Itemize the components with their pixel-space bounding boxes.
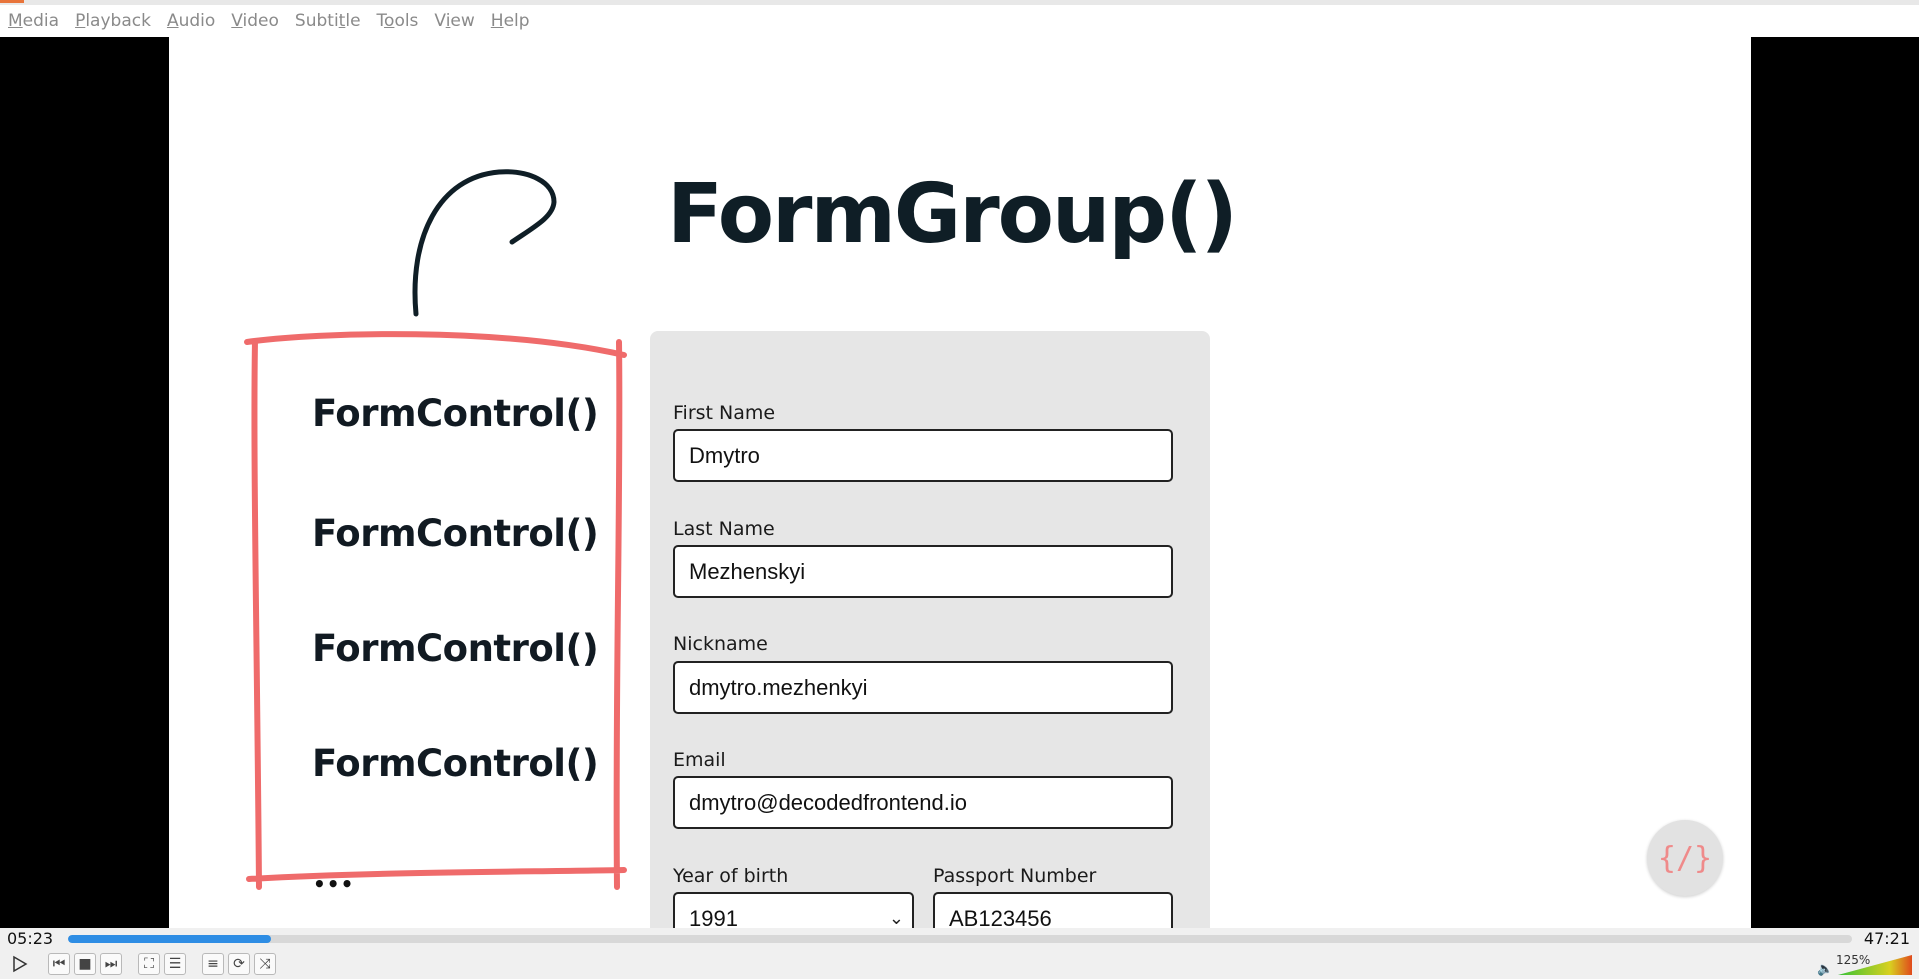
speaker-icon[interactable]: 🔈 <box>1817 961 1833 977</box>
total-time[interactable]: 47:21 <box>1864 929 1910 948</box>
loop-icon: ⟳ <box>233 956 245 972</box>
menu-help[interactable]: Help <box>491 11 530 31</box>
skip-back-icon: ⏮ <box>52 956 66 972</box>
elapsed-time: 05:23 <box>7 929 54 948</box>
chevron-down-icon: ⌄ <box>888 908 904 928</box>
loop-button[interactable]: ⟳ <box>228 953 250 975</box>
menu-playback[interactable]: Playback <box>75 11 151 31</box>
menu-tools[interactable]: Tools <box>377 11 419 31</box>
nickname-field: dmytro.mezhenkyi <box>673 661 1173 714</box>
form-control-label-2: FormControl() <box>312 512 599 555</box>
slide-title: FormGroup() <box>667 167 1238 262</box>
first-name-field: Dmytro <box>673 429 1173 482</box>
volume-percent: 125% <box>1836 953 1871 967</box>
skip-forward-icon: ⏭ <box>104 956 118 972</box>
stop-icon: ■ <box>78 956 92 972</box>
form-control-label-1: FormControl() <box>312 392 599 435</box>
shuffle-icon: ⤨ <box>259 956 271 972</box>
curved-arrow-icon <box>412 169 557 317</box>
menu-media[interactable]: Media <box>8 11 59 31</box>
form-panel: First Name Dmytro Last Name Mezhenskyi N… <box>650 331 1210 928</box>
menu-video[interactable]: Video <box>231 11 279 31</box>
nickname-label: Nickname <box>673 633 768 655</box>
decoded-frontend-logo-icon: {/} <box>1647 820 1723 896</box>
next-button[interactable]: ⏭ <box>100 953 122 975</box>
email-label: Email <box>673 749 726 771</box>
seek-bar[interactable] <box>68 935 1852 943</box>
video-frame: FormGroup() FormControl() FormControl() … <box>169 37 1751 928</box>
last-name-field: Mezhenskyi <box>673 545 1173 598</box>
stop-button[interactable]: ■ <box>74 953 96 975</box>
playlist-icon: ≡ <box>207 956 219 972</box>
last-name-label: Last Name <box>673 518 775 540</box>
player-controls: 05:23 47:21 ⏮ ■ ⏭ ⛶ ☰ ≡ ⟳ ⤨ 🔈 125% <box>0 928 1919 979</box>
play-button[interactable] <box>6 952 32 976</box>
video-area[interactable]: FormGroup() FormControl() FormControl() … <box>0 37 1919 928</box>
menu-bar: Media Playback Audio Video Subtitle Tool… <box>0 5 1919 37</box>
email-field: dmytro@decodedfrontend.io <box>673 776 1173 829</box>
app-icon-mark <box>0 0 24 3</box>
fullscreen-icon: ⛶ <box>144 956 154 972</box>
more-ellipsis: ••• <box>313 872 355 896</box>
play-icon <box>13 955 28 973</box>
shuffle-button[interactable]: ⤨ <box>254 953 276 975</box>
playlist-button[interactable]: ≡ <box>202 953 224 975</box>
menu-subtitle[interactable]: Subtitle <box>295 11 361 31</box>
form-control-label-3: FormControl() <box>312 627 599 670</box>
menu-audio[interactable]: Audio <box>167 11 215 31</box>
seek-progress <box>68 935 272 943</box>
fullscreen-button[interactable]: ⛶ <box>138 953 160 975</box>
passport-number-field: AB123456 <box>933 892 1173 928</box>
form-control-label-4: FormControl() <box>312 742 599 785</box>
year-of-birth-label: Year of birth <box>673 865 789 887</box>
year-of-birth-value: 1991 <box>689 905 738 929</box>
first-name-label: First Name <box>673 402 776 424</box>
passport-number-label: Passport Number <box>933 865 1097 887</box>
extended-settings-button[interactable]: ☰ <box>164 953 186 975</box>
equalizer-icon: ☰ <box>168 956 182 972</box>
year-of-birth-select: 1991 ⌄ <box>673 892 914 928</box>
menu-view[interactable]: View <box>434 11 474 31</box>
previous-button[interactable]: ⏮ <box>48 953 70 975</box>
